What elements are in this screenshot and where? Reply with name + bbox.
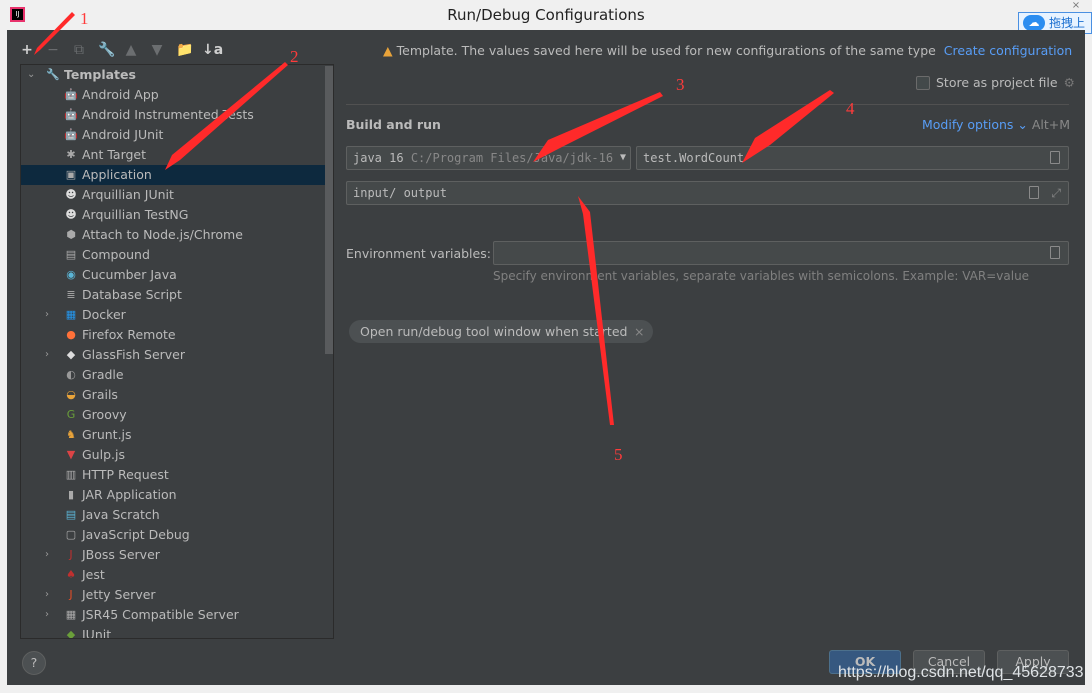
annotation-1: 1 xyxy=(80,9,89,28)
annotation-5: 5 xyxy=(614,445,623,464)
arrow-5 xyxy=(578,196,614,425)
arrow-4 xyxy=(742,90,834,163)
arrow-2 xyxy=(165,62,288,170)
annotation-2: 2 xyxy=(290,47,299,66)
annotation-layer: 1 2 3 4 5 xyxy=(34,9,855,464)
annotation-3: 3 xyxy=(676,75,685,94)
arrow-1 xyxy=(34,12,75,55)
arrow-3 xyxy=(533,92,663,162)
annotation-4: 4 xyxy=(846,99,855,118)
